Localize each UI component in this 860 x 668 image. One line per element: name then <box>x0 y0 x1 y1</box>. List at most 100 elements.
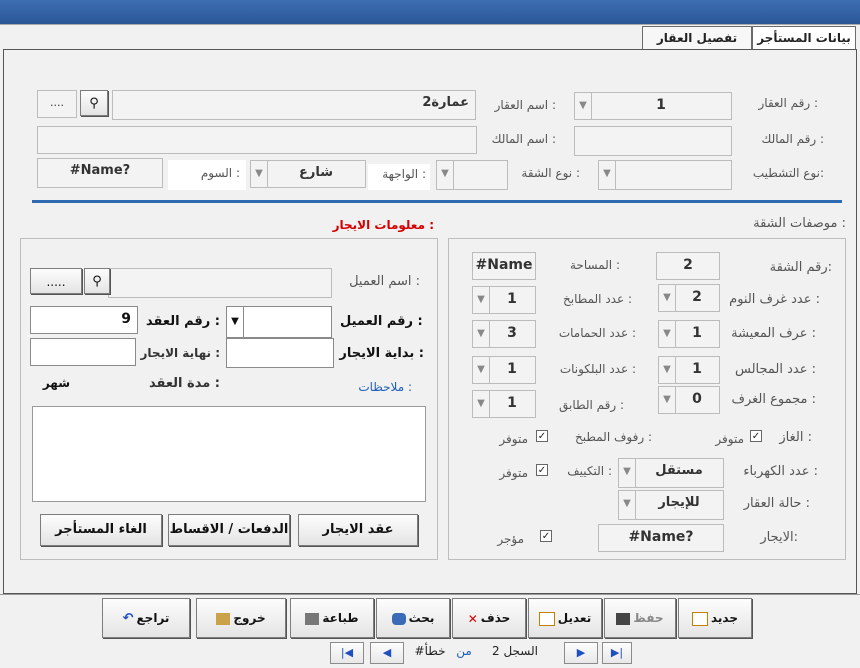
bathrooms-field[interactable]: 3 <box>488 320 536 348</box>
record-total-label: #خطأ <box>414 644 446 658</box>
customer-search-button[interactable]: ⚲ <box>84 268 110 294</box>
property-browse-button[interactable]: .... <box>37 90 77 118</box>
delete-button[interactable]: ✕ حذف <box>452 598 526 638</box>
contract-number-label: رقم العقد : <box>146 314 220 329</box>
customer-browse-button[interactable]: ..... <box>30 268 82 294</box>
payments-button[interactable]: الدفعات / الاقساط <box>168 514 290 546</box>
tab-property-detail[interactable]: تفصيل العقار <box>642 26 752 50</box>
area-field[interactable]: #Name <box>472 252 536 280</box>
living-rooms-dropdown[interactable]: ▼ <box>658 320 676 348</box>
floor-dropdown[interactable]: ▼ <box>472 390 490 418</box>
facade-field[interactable]: شارع <box>266 160 366 188</box>
previous-record-button[interactable]: ◀ <box>370 642 404 664</box>
customer-name-label: اسم العميل : <box>349 274 420 289</box>
apartment-number-label: رقم الشقة: <box>769 260 832 275</box>
majlis-dropdown[interactable]: ▼ <box>658 356 676 384</box>
bathrooms-dropdown[interactable]: ▼ <box>472 320 490 348</box>
contract-number-field[interactable]: 9 <box>30 306 138 334</box>
living-rooms-field[interactable]: 1 <box>674 320 720 348</box>
print-button-label: طباعة <box>322 611 359 625</box>
notes-textarea[interactable] <box>32 406 426 502</box>
search-button-label: بحث <box>408 611 435 625</box>
balconies-dropdown[interactable]: ▼ <box>472 356 490 384</box>
printer-icon <box>305 612 320 625</box>
new-button[interactable]: جديد <box>678 598 752 638</box>
search-button[interactable]: بحث <box>376 598 450 638</box>
apartment-type-field[interactable] <box>452 160 508 190</box>
kitchen-shelves-checkbox[interactable]: ✓ <box>536 430 548 442</box>
apartment-type-label: نوع الشقة : <box>521 166 580 180</box>
contract-duration-label: مدة العقد : <box>148 376 220 391</box>
ac-label: التكييف : <box>567 464 612 478</box>
record-position-label: السجل 2 <box>492 644 538 658</box>
first-record-button[interactable]: |◀ <box>330 642 364 664</box>
kitchens-dropdown[interactable]: ▼ <box>472 286 490 314</box>
edit-record-icon <box>538 611 555 626</box>
owner-number-label: رقم المالك : <box>761 132 824 146</box>
customer-number-dropdown[interactable]: ▼ <box>226 306 244 338</box>
floor-label: رقم الطابق : <box>558 398 624 412</box>
ac-checkbox[interactable]: ✓ <box>536 464 548 476</box>
bedrooms-dropdown[interactable]: ▼ <box>658 284 676 312</box>
delete-record-icon: ✕ <box>467 611 478 626</box>
customer-name-field[interactable] <box>108 268 332 298</box>
kitchens-field[interactable]: 1 <box>488 286 536 314</box>
total-rooms-field[interactable]: 0 <box>674 386 720 414</box>
undo-button[interactable]: ↶ تراجع <box>102 598 190 638</box>
gas-checkbox[interactable]: ✓ <box>750 430 762 442</box>
owner-number-field[interactable] <box>574 126 732 156</box>
rent-contract-button[interactable]: عقد الايجار <box>298 514 418 546</box>
electric-meters-dropdown[interactable]: ▼ <box>618 458 636 488</box>
save-button[interactable]: حفظ <box>604 598 676 638</box>
property-search-button[interactable]: ⚲ <box>80 90 108 116</box>
delete-button-label: حذف <box>480 611 511 625</box>
property-name-field[interactable]: عمارة2 <box>112 90 476 120</box>
window-title-bar <box>0 0 860 24</box>
exit-door-icon <box>216 612 231 625</box>
rent-field[interactable]: #Name? <box>598 524 724 552</box>
finishing-type-field[interactable] <box>614 160 732 190</box>
living-rooms-label: عرف المعيشة : <box>731 326 816 341</box>
facade-dropdown[interactable]: ▼ <box>250 160 268 188</box>
ac-available-text: متوفر <box>499 466 528 480</box>
price-field[interactable]: #Name? <box>37 158 163 188</box>
rent-end-label: نهاية الايجار : <box>140 346 221 360</box>
floor-field[interactable]: 1 <box>488 390 536 418</box>
cancel-tenant-button[interactable]: الغاء المستأجر <box>40 514 162 546</box>
kitchen-shelves-label: رفوف المطبخ : <box>575 430 652 444</box>
finishing-type-dropdown[interactable]: ▼ <box>598 160 616 190</box>
apartment-number-field[interactable]: 2 <box>656 252 720 280</box>
edit-button[interactable]: تعديل <box>528 598 602 638</box>
customer-number-field[interactable] <box>242 306 332 338</box>
rent-end-field[interactable] <box>30 338 136 366</box>
rented-checkbox[interactable]: ✓ <box>540 530 552 542</box>
apartment-type-dropdown[interactable]: ▼ <box>436 160 454 190</box>
contract-duration-value: شهر <box>42 376 70 390</box>
property-status-field[interactable]: للإيجار <box>634 490 724 520</box>
rent-start-label: بداية الايجار : <box>339 346 424 361</box>
customer-number-label: رقم العميل : <box>340 314 423 329</box>
property-number-field[interactable]: 1 <box>590 92 732 120</box>
print-button[interactable]: طباعة <box>290 598 374 638</box>
electric-meters-field[interactable]: مستقل <box>634 458 724 488</box>
property-status-label: حالة العقار : <box>743 496 810 511</box>
rent-start-field[interactable] <box>226 338 334 368</box>
owner-name-label: اسم المالك : <box>491 132 556 146</box>
balconies-label: عدد البلكونات : <box>559 362 636 376</box>
apartment-section-title: موصفات الشقة : <box>753 216 846 231</box>
tab-tenant-data[interactable]: بيانات المستأجر <box>752 26 856 50</box>
next-record-button[interactable]: ▶ <box>564 642 598 664</box>
bedrooms-field[interactable]: 2 <box>674 284 720 312</box>
price-label: السوم : <box>168 160 246 190</box>
electric-meters-label: عدد الكهرباء : <box>743 464 818 479</box>
bedrooms-label: عدد غرف النوم : <box>729 292 820 307</box>
total-rooms-label: مجموع الغرف : <box>731 392 816 407</box>
majlis-field[interactable]: 1 <box>674 356 720 384</box>
owner-name-field[interactable] <box>37 126 477 154</box>
last-record-button[interactable]: ▶| <box>602 642 632 664</box>
balconies-field[interactable]: 1 <box>488 356 536 384</box>
total-rooms-dropdown[interactable]: ▼ <box>658 386 676 414</box>
exit-button[interactable]: خروج <box>196 598 286 638</box>
property-number-dropdown[interactable]: ▼ <box>574 92 592 120</box>
property-status-dropdown[interactable]: ▼ <box>618 490 636 520</box>
